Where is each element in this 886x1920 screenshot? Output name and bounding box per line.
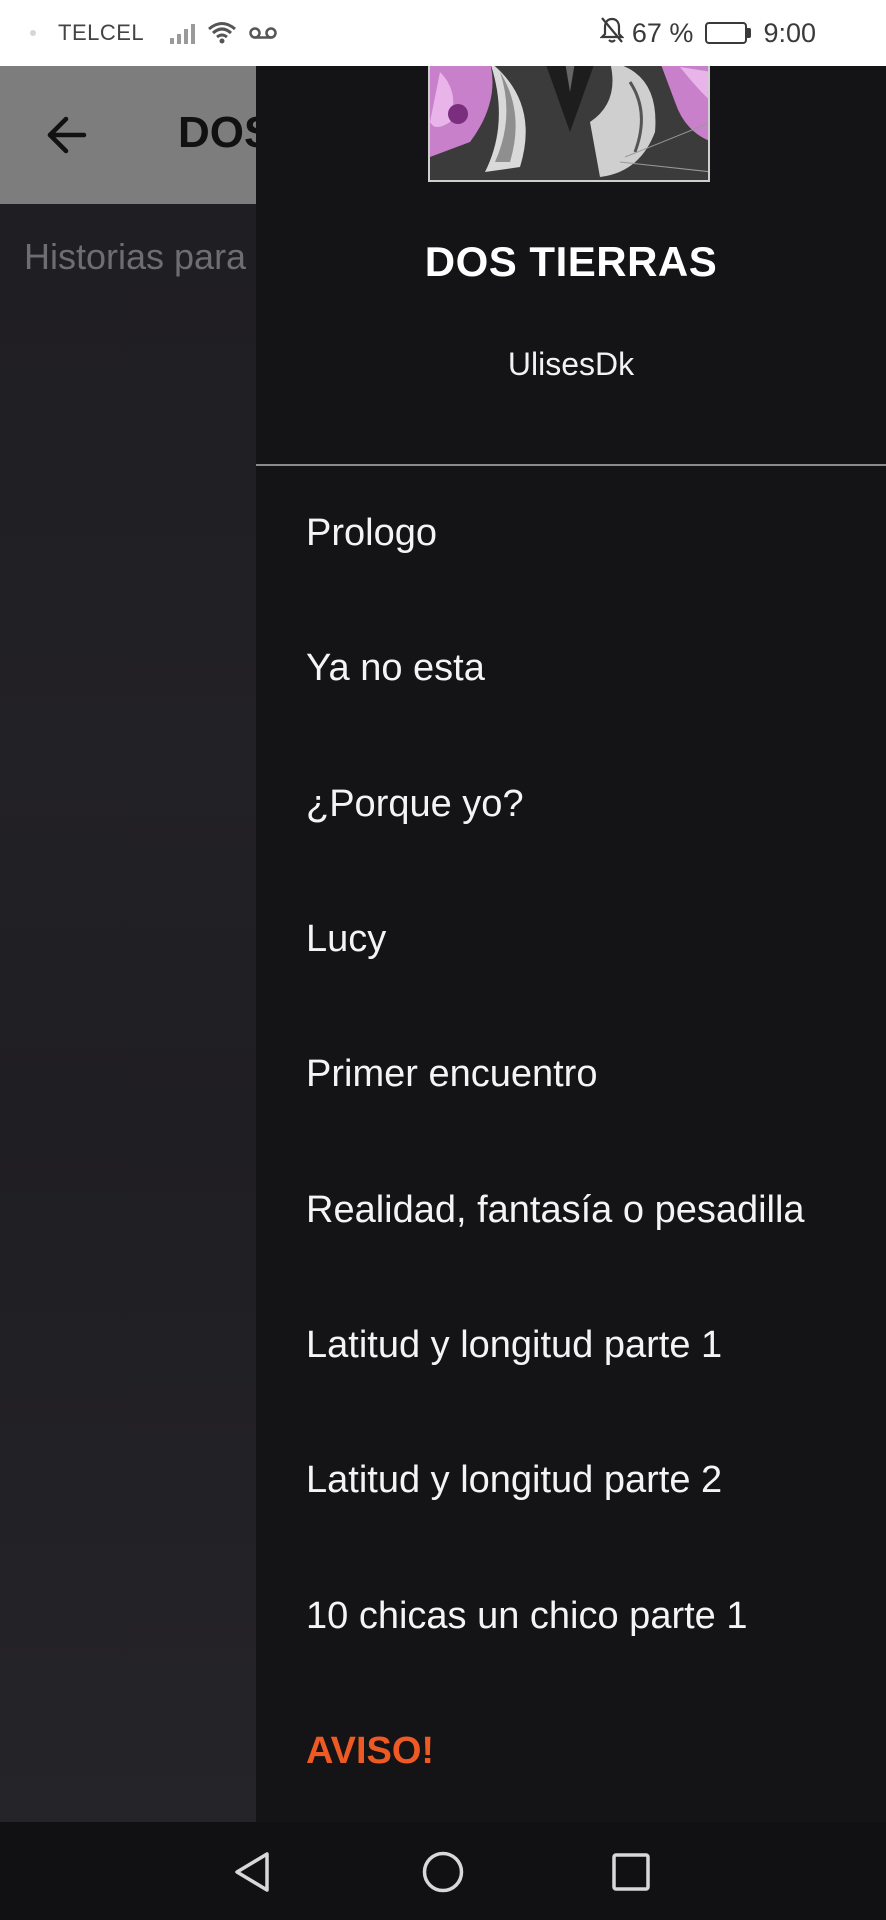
recents-square-icon[interactable] bbox=[609, 1850, 653, 1894]
mute-bell-icon bbox=[599, 16, 625, 51]
back-triangle-icon[interactable] bbox=[231, 1850, 275, 1894]
battery-icon bbox=[705, 22, 752, 44]
system-navigation-bar bbox=[0, 1822, 886, 1920]
chapter-item[interactable]: Realidad, fantasía o pesadilla bbox=[256, 1142, 886, 1277]
home-circle-icon[interactable] bbox=[421, 1850, 465, 1894]
story-author[interactable]: UlisesDk bbox=[256, 346, 886, 383]
chapter-list: Prologo Ya no esta ¿Porque yo? Lucy Prim… bbox=[256, 466, 886, 1819]
battery-percent: 67 % bbox=[631, 17, 694, 48]
voicemail-icon bbox=[249, 26, 277, 40]
wifi-icon bbox=[207, 20, 237, 46]
story-cover-image bbox=[428, 66, 710, 182]
back-arrow-icon[interactable] bbox=[44, 112, 90, 158]
story-title: DOS TIERRAS bbox=[424, 238, 718, 285]
status-right: 67 % 9:00 bbox=[599, 0, 816, 66]
status-left: TELCEL bbox=[30, 0, 277, 66]
chapter-drawer: DOS TIERRAS UlisesDk Prologo Ya no esta … bbox=[256, 66, 886, 1822]
notification-dot-icon bbox=[30, 30, 36, 36]
chapter-item[interactable]: Latitud y longitud parte 1 bbox=[256, 1278, 886, 1413]
chapter-item-notice[interactable]: AVISO! bbox=[256, 1684, 886, 1819]
clock: 9:00 bbox=[763, 17, 816, 48]
signal-icon bbox=[170, 22, 196, 44]
carrier-name: TELCEL bbox=[58, 20, 145, 45]
chapter-item[interactable]: ¿Porque yo? bbox=[256, 737, 886, 872]
chapter-item[interactable]: Primer encuentro bbox=[256, 1007, 886, 1142]
chapter-item[interactable]: 10 chicas un chico parte 1 bbox=[256, 1548, 886, 1683]
chapter-item[interactable]: Lucy bbox=[256, 872, 886, 1007]
chapter-item[interactable]: Ya no esta bbox=[256, 601, 886, 736]
chapter-item[interactable]: Latitud y longitud parte 2 bbox=[256, 1413, 886, 1548]
story-description: Historias para bbox=[24, 236, 247, 277]
status-bar: TELCEL 67 % 9:00 bbox=[0, 0, 886, 66]
chapter-item[interactable]: Prologo bbox=[256, 466, 886, 601]
